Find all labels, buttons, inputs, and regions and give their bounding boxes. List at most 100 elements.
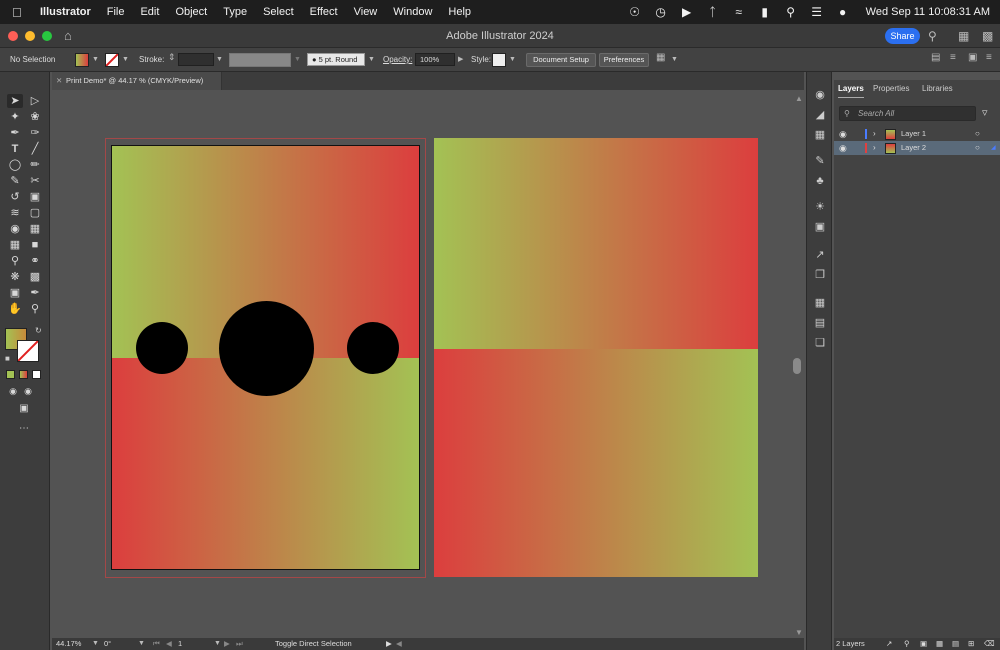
opacity-input[interactable]: 100% bbox=[415, 53, 455, 66]
arrange-icon[interactable]: ▦ bbox=[656, 52, 665, 63]
collect-export-icon[interactable]: ▤ bbox=[952, 638, 959, 650]
document-setup-button[interactable]: Document Setup bbox=[526, 53, 596, 67]
type-tool-icon[interactable]: T bbox=[7, 142, 23, 156]
isolate-icon[interactable]: ▣ bbox=[968, 52, 977, 63]
pen-tool-icon[interactable]: ✒ bbox=[7, 126, 23, 140]
warp-tool-icon[interactable]: ≋ bbox=[7, 206, 23, 220]
export-layer-icon[interactable]: ↗ bbox=[886, 638, 892, 650]
rotation-dropdown-icon[interactable]: ▼ bbox=[138, 638, 145, 650]
close-window-button[interactable] bbox=[8, 30, 18, 41]
search-icon[interactable]: ⚲ bbox=[928, 29, 937, 43]
previous-artboard-icon[interactable]: ◀ bbox=[166, 638, 172, 650]
align-panel-icon[interactable]: ▤ bbox=[813, 316, 827, 330]
scroll-down-arrow-icon[interactable]: ▼ bbox=[795, 628, 803, 637]
menu-effect[interactable]: Effect bbox=[310, 6, 338, 18]
stroke-swatch-none[interactable] bbox=[105, 53, 119, 67]
new-layer-icon[interactable]: ⊞ bbox=[968, 638, 974, 650]
selection-tool-icon[interactable]: ➤ bbox=[7, 94, 23, 108]
gradient-mode-icon[interactable] bbox=[19, 370, 28, 379]
new-sublayer-icon[interactable]: ▦ bbox=[936, 638, 943, 650]
bluetooth-icon[interactable]: ᛏ bbox=[706, 5, 720, 19]
perspective-grid-tool-icon[interactable]: ▦ bbox=[27, 222, 43, 236]
zoom-dropdown-icon[interactable]: ▼ bbox=[92, 638, 99, 650]
top-gradient-rectangle-2[interactable] bbox=[434, 138, 758, 349]
column-graph-tool-icon[interactable]: ▩ bbox=[27, 270, 43, 284]
stroke-dropdown-icon[interactable]: ▼ bbox=[122, 56, 129, 63]
gradient-panel-icon[interactable]: ◢ bbox=[813, 108, 827, 122]
direct-selection-tool-icon[interactable]: ▷ bbox=[27, 94, 43, 108]
align-icon[interactable]: ▤ bbox=[931, 52, 940, 63]
filter-icon[interactable]: ▿ bbox=[982, 106, 988, 119]
artboard-tool-icon[interactable]: ▣ bbox=[7, 286, 23, 300]
visibility-eye-icon[interactable]: ◉ bbox=[839, 141, 847, 155]
lasso-tool-icon[interactable]: ❀ bbox=[27, 110, 43, 124]
creative-cloud-icon[interactable]: ☉ bbox=[628, 5, 642, 19]
edit-toolbar-icon[interactable]: ⋯ bbox=[16, 422, 32, 436]
status-text[interactable]: Toggle Direct Selection bbox=[275, 638, 352, 650]
gradient-tool-icon[interactable]: ■ bbox=[27, 238, 43, 252]
curvature-tool-icon[interactable]: ✑ bbox=[27, 126, 43, 140]
vertical-scroll-thumb[interactable] bbox=[793, 358, 801, 374]
wifi-icon[interactable]: ≈ bbox=[732, 5, 746, 19]
hand-tool-icon[interactable]: ✋ bbox=[7, 302, 23, 316]
next-artboard-icon[interactable]: ▶ bbox=[224, 638, 230, 650]
magic-wand-tool-icon[interactable]: ✦ bbox=[7, 110, 23, 124]
locate-object-icon[interactable]: ⚲ bbox=[904, 638, 910, 650]
rotation-value[interactable]: 0° bbox=[104, 638, 111, 650]
layer-name[interactable]: Layer 2 bbox=[901, 141, 926, 155]
stroke-color-box[interactable] bbox=[17, 340, 39, 362]
fill-dropdown-icon[interactable]: ▼ bbox=[92, 56, 99, 63]
tab-properties[interactable]: Properties bbox=[873, 80, 909, 98]
expand-chevron-icon[interactable]: › bbox=[873, 141, 876, 155]
visibility-eye-icon[interactable]: ◉ bbox=[839, 127, 847, 141]
transform-icon[interactable]: ≡ bbox=[950, 52, 956, 63]
home-icon[interactable]: ⌂ bbox=[64, 28, 72, 43]
status-menu-arrow-icon[interactable]: ▶ bbox=[386, 638, 392, 650]
blend-tool-icon[interactable]: ⚭ bbox=[27, 254, 43, 268]
timer-icon[interactable]: ◷ bbox=[654, 5, 668, 19]
artboard-number[interactable]: 1 bbox=[178, 638, 182, 650]
first-artboard-icon[interactable]: ⏮ bbox=[153, 638, 160, 650]
scale-tool-icon[interactable]: ▣ bbox=[27, 190, 43, 204]
clipping-mask-icon[interactable]: ▣ bbox=[920, 638, 927, 650]
last-artboard-icon[interactable]: ⏭ bbox=[236, 638, 243, 650]
document-tab[interactable]: ✕ Print Demo* @ 44.17 % (CMYK/Preview) bbox=[52, 72, 222, 90]
apple-icon[interactable]:  bbox=[12, 5, 28, 20]
menu-app-name[interactable]: Illustrator bbox=[40, 6, 91, 18]
free-transform-tool-icon[interactable]: ▢ bbox=[27, 206, 43, 220]
spotlight-search-icon[interactable]: ⚲ bbox=[784, 5, 798, 19]
arrange-dropdown-icon[interactable]: ▼ bbox=[671, 56, 678, 63]
symbols-panel-icon[interactable]: ♣ bbox=[813, 174, 827, 188]
menu-object[interactable]: Object bbox=[175, 6, 207, 18]
minimize-window-button[interactable] bbox=[25, 30, 35, 41]
graphic-style-swatch[interactable] bbox=[492, 53, 506, 67]
bottom-gradient-rectangle-2[interactable] bbox=[434, 348, 758, 577]
status-scroll-left-icon[interactable]: ◀ bbox=[396, 638, 402, 650]
zoom-tool-icon[interactable]: ⚲ bbox=[27, 302, 43, 316]
style-dropdown-icon[interactable]: ▼ bbox=[509, 56, 516, 63]
layer-row-2[interactable]: ◉ › Layer 2 ○ ◢ bbox=[834, 141, 1000, 155]
pencil-tool-icon[interactable]: ✎ bbox=[7, 174, 23, 188]
artboard-1[interactable] bbox=[111, 145, 420, 570]
symbol-sprayer-tool-icon[interactable]: ❋ bbox=[7, 270, 23, 284]
appearance-panel-icon[interactable]: ☀ bbox=[813, 200, 827, 214]
menu-clock[interactable]: Wed Sep 11 10:08:31 AM bbox=[866, 6, 990, 18]
workspace-switcher-icon[interactable]: ▩ bbox=[982, 29, 993, 43]
artboard-2[interactable] bbox=[434, 138, 758, 577]
slice-tool-icon[interactable]: ✒ bbox=[27, 286, 43, 300]
play-icon[interactable]: ▶ bbox=[680, 5, 694, 19]
draw-behind-icon[interactable]: ◉ bbox=[20, 384, 36, 398]
expand-chevron-icon[interactable]: › bbox=[873, 127, 876, 141]
target-circle-icon[interactable]: ○ bbox=[975, 141, 980, 155]
color-mode-icon[interactable] bbox=[6, 370, 15, 379]
transform-panel-icon[interactable]: ▦ bbox=[813, 296, 827, 310]
close-tab-icon[interactable]: ✕ bbox=[56, 72, 62, 90]
scroll-up-arrow-icon[interactable]: ▲ bbox=[795, 94, 803, 103]
scissors-tool-icon[interactable]: ✂ bbox=[27, 174, 43, 188]
battery-icon[interactable]: ▮ bbox=[758, 5, 772, 19]
small-circle-right[interactable] bbox=[347, 322, 399, 374]
opacity-label[interactable]: Opacity: bbox=[383, 55, 412, 64]
stroke-weight-input[interactable] bbox=[178, 53, 214, 66]
rotate-tool-icon[interactable]: ↺ bbox=[7, 190, 23, 204]
brushes-panel-icon[interactable]: ✎ bbox=[813, 154, 827, 168]
